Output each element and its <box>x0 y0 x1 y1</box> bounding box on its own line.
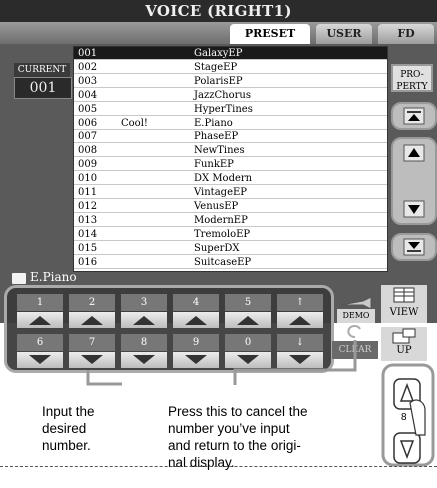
caption-line: number. <box>42 438 91 453</box>
caption-line: desired <box>42 421 87 436</box>
dec-inc-buttons: 8 <box>392 375 426 473</box>
caption-line: nal display. <box>168 455 235 470</box>
keypad-callout <box>86 370 122 386</box>
caption-line: number you’ve input <box>168 421 290 436</box>
caption-line: Press this to cancel the <box>168 404 308 419</box>
caption-input-number: Input the desired number. <box>42 403 95 454</box>
clear-callout <box>233 340 357 385</box>
dial-number-label: 8 <box>401 412 407 423</box>
caption-clear: Press this to cancel the number you’ve i… <box>168 403 308 471</box>
divider-line <box>0 466 437 467</box>
inc-dec-icon <box>393 378 426 464</box>
caption-line: and return to the origi- <box>168 438 301 453</box>
caption-line: Input the <box>42 404 95 419</box>
